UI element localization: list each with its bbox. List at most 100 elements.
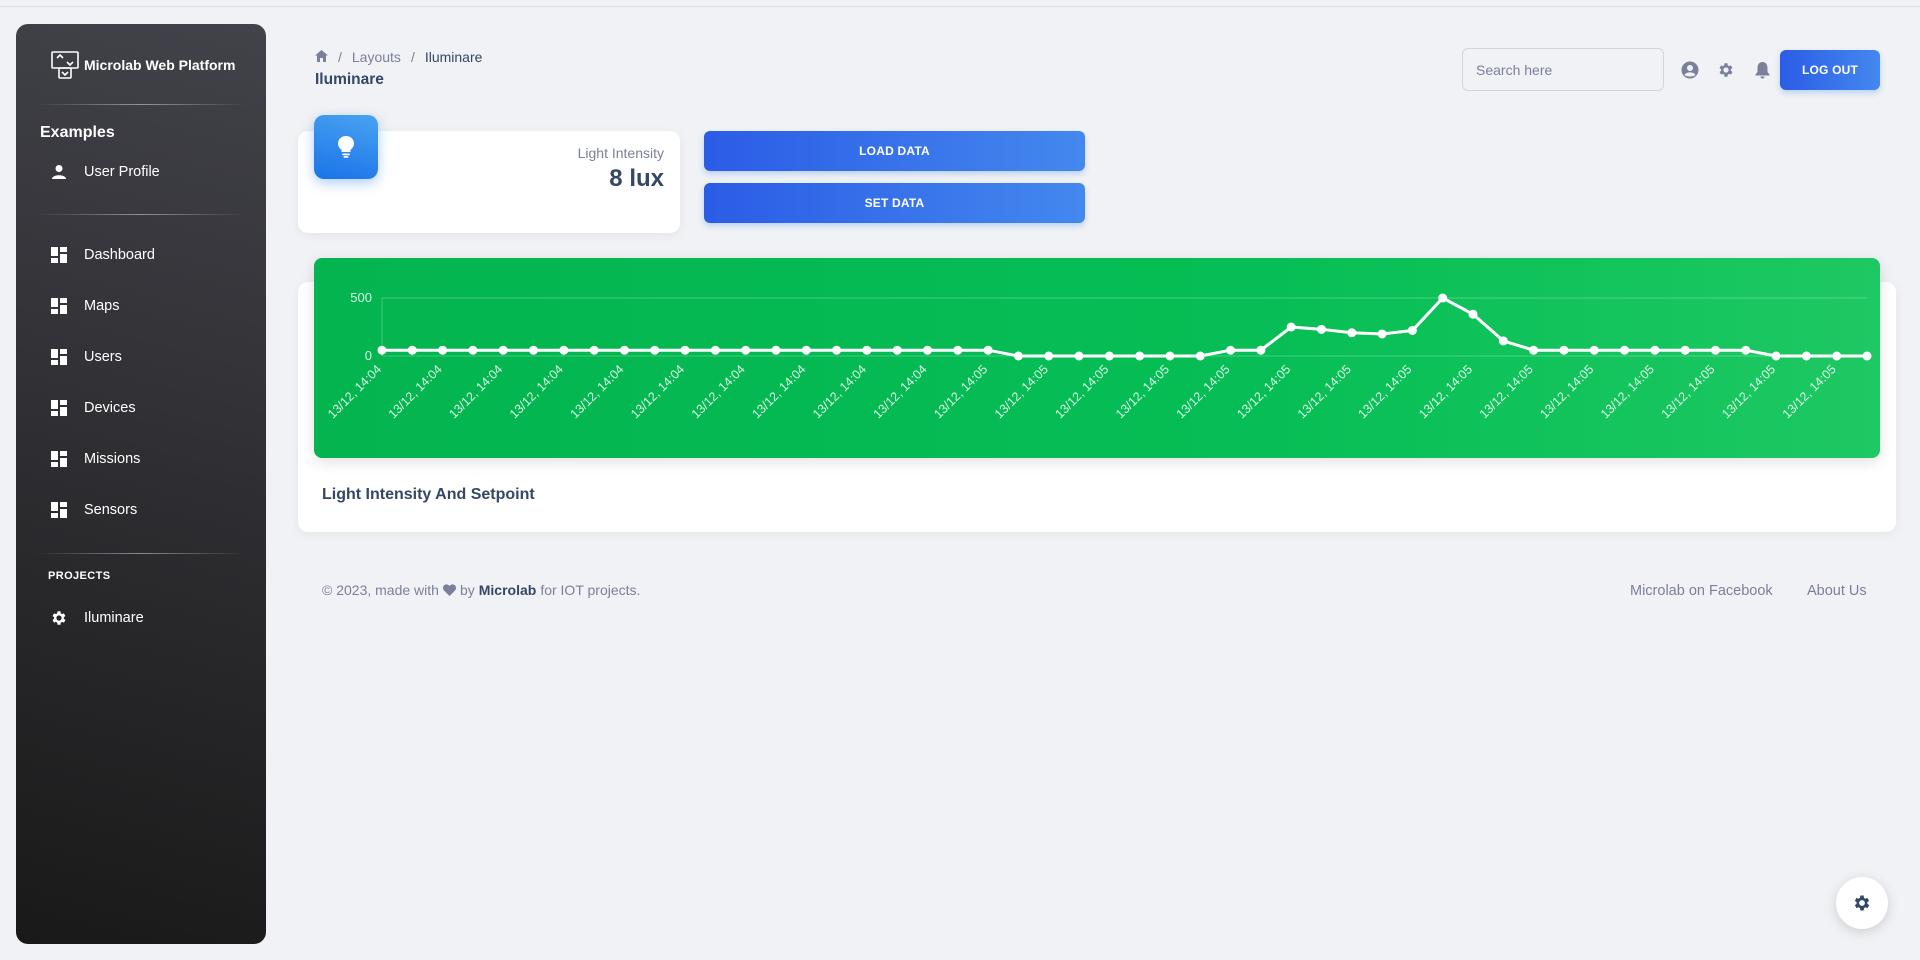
data-point[interactable] [741,345,751,355]
sidebar-item-sensors[interactable]: Sensors [40,490,250,530]
data-point[interactable] [1620,345,1630,355]
data-point[interactable] [1226,345,1236,355]
data-point[interactable] [801,345,811,355]
data-point[interactable] [1195,351,1205,361]
footer-prefix: © 2023, made with [322,582,439,598]
footer-link-about[interactable]: About Us [1807,583,1867,599]
gear-icon [1854,895,1870,911]
account-circle-icon[interactable] [1680,60,1700,80]
data-point[interactable] [680,345,690,355]
sidebar-item-label: Sensors [84,502,138,518]
sidebar-item-iluminare[interactable]: Iluminare [40,598,250,638]
data-point[interactable] [1650,345,1660,355]
footer-copyright: © 2023, made with by Microlab for IOT pr… [322,582,640,598]
data-point[interactable] [1559,345,1569,355]
data-point[interactable] [1407,325,1417,335]
sidebar-item-users[interactable]: Users [40,337,250,377]
data-point[interactable] [1710,345,1720,355]
set-data-button[interactable]: SET DATA [704,183,1085,223]
data-point[interactable] [983,345,993,355]
footer-link-facebook[interactable]: Microlab on Facebook [1630,583,1773,599]
configurator-button[interactable] [1836,877,1888,929]
home-icon[interactable] [315,49,328,65]
breadcrumb-parent[interactable]: Layouts [352,49,401,65]
data-point[interactable] [953,345,963,355]
breadcrumb-current: Iluminare [424,49,483,65]
data-point[interactable] [1377,329,1387,339]
data-point[interactable] [1165,351,1175,361]
data-point[interactable] [1771,351,1781,361]
search-input[interactable] [1462,48,1664,91]
sidebar-item-label: Iluminare [84,610,144,626]
data-point[interactable] [1316,324,1326,334]
data-point[interactable] [832,345,842,355]
data-point[interactable] [923,345,933,355]
x-tick-label: 13/12, 14:04 [568,362,627,421]
data-point[interactable] [1135,351,1145,361]
settings-icon[interactable] [1716,60,1736,80]
x-tick-label: 13/12, 14:05 [1052,362,1111,421]
data-point[interactable] [619,345,629,355]
sidebar-item-user-profile[interactable]: User Profile [40,152,250,192]
load-data-button[interactable]: LOAD DATA [704,131,1085,171]
x-tick-label: 13/12, 14:04 [628,362,687,421]
data-point[interactable] [1680,345,1690,355]
notification-bell-icon[interactable] [1752,60,1772,80]
sidebar-divider [36,553,246,554]
data-point[interactable] [771,345,781,355]
sidebar-section-title: Examples [40,124,115,141]
sidebar-item-devices[interactable]: Devices [40,388,250,428]
data-point[interactable] [468,345,478,355]
sidebar-item-maps[interactable]: Maps [40,286,250,326]
data-point[interactable] [1256,345,1266,355]
data-point[interactable] [1468,309,1478,319]
x-tick-label: 13/12, 14:05 [992,362,1051,421]
data-point[interactable] [1498,336,1508,346]
data-point[interactable] [1589,345,1599,355]
breadcrumb-separator: / [338,49,342,65]
data-point[interactable] [1801,351,1811,361]
x-tick-label: 13/12, 14:05 [1174,362,1233,421]
logout-button[interactable]: LOG OUT [1780,50,1880,90]
data-point[interactable] [407,345,417,355]
x-tick-label: 13/12, 14:05 [1537,362,1596,421]
data-point[interactable] [529,345,539,355]
data-point[interactable] [862,345,872,355]
sidebar-item-label: Devices [84,400,136,416]
data-point[interactable] [377,345,387,355]
dashboard-icon [50,246,68,264]
data-point[interactable] [650,345,660,355]
data-point[interactable] [589,345,599,355]
data-point[interactable] [1862,351,1872,361]
data-point[interactable] [559,345,569,355]
sidebar-item-dashboard[interactable]: Dashboard [40,235,250,275]
data-point[interactable] [1104,351,1114,361]
data-point[interactable] [438,345,448,355]
data-point[interactable] [1013,351,1023,361]
data-point[interactable] [1529,345,1539,355]
data-point[interactable] [1286,322,1296,332]
dashboard-icon [50,348,68,366]
data-point[interactable] [1347,328,1357,338]
data-point[interactable] [1741,345,1751,355]
lightbulb-icon [314,115,378,179]
data-point[interactable] [498,345,508,355]
series-line [382,296,1867,358]
top-divider [0,6,1920,7]
data-point[interactable] [710,345,720,355]
sidebar-item-missions[interactable]: Missions [40,439,250,479]
sidebar-item-label: Dashboard [84,247,155,263]
dashboard-icon [50,399,68,417]
footer-brand-link[interactable]: Microlab [479,582,537,598]
data-point[interactable] [1438,293,1448,303]
data-point[interactable] [1044,351,1054,361]
data-point[interactable] [892,345,902,355]
data-point[interactable] [1074,351,1084,361]
data-point[interactable] [1832,351,1842,361]
brand[interactable]: Microlab Web Platform [50,50,235,80]
gear-icon [50,609,68,627]
x-tick-label: 13/12, 14:04 [325,362,384,421]
x-tick-label: 13/12, 14:05 [1598,362,1657,421]
y-tick-label: 500 [350,290,372,305]
x-tick-label: 13/12, 14:05 [1295,362,1354,421]
